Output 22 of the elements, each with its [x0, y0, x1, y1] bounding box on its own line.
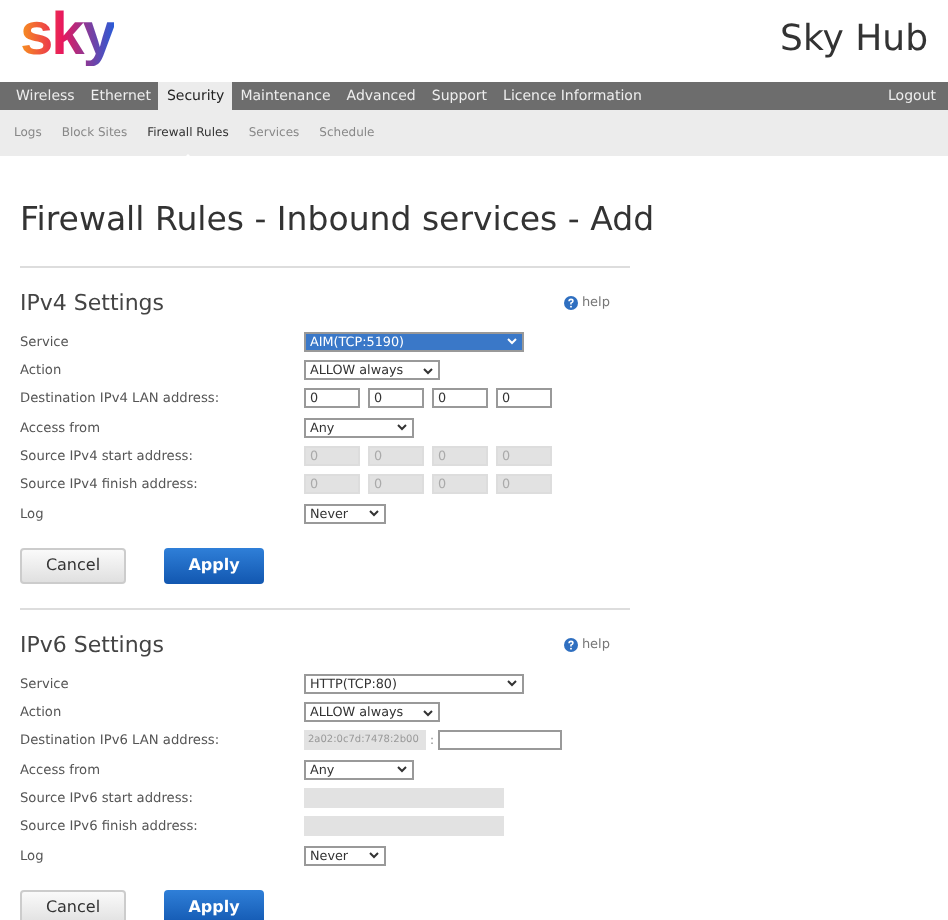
chevron-icon	[506, 336, 518, 347]
input-field[interactable]	[438, 730, 563, 751]
chevron-icon	[396, 764, 408, 775]
chevron-icon	[422, 707, 434, 718]
chevron-icon	[506, 678, 518, 689]
chevron-icon	[368, 508, 380, 519]
address-field[interactable]	[304, 788, 504, 809]
section-heading: IPv4 Settings	[20, 289, 164, 316]
product-name: Sky Hub	[780, 18, 928, 60]
help-icon	[563, 295, 578, 310]
apply-button[interactable]: Apply	[164, 889, 264, 920]
page-title: Firewall Rules - Inbound services - Add	[20, 200, 655, 242]
help-icon	[563, 637, 578, 652]
logo: sky	[20, 5, 115, 65]
cancel-button[interactable]: Cancel	[20, 889, 126, 920]
section-heading: IPv6 Settings	[20, 631, 164, 658]
chevron-icon	[422, 365, 434, 376]
chevron-icon	[368, 850, 380, 861]
apply-button[interactable]: Apply	[164, 547, 264, 584]
chevron-icon	[396, 422, 408, 433]
address-field[interactable]	[304, 816, 504, 837]
cancel-button[interactable]: Cancel	[20, 547, 126, 584]
